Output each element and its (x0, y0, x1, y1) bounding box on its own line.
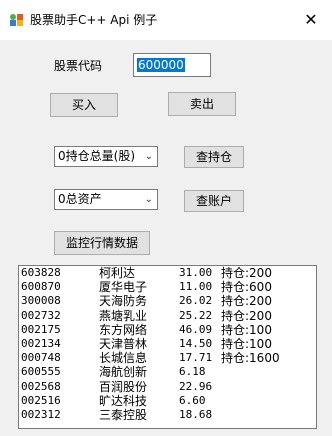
list-item[interactable]: 603828 柯利达 31.00 持仓:200 (19, 266, 316, 280)
stock-name-cell: 燕塘乳业 (99, 308, 148, 323)
holdings-listbox[interactable]: 603828 柯利达 31.00 持仓:200 600870 厦华电子 11.00 持仓:60… (18, 265, 317, 429)
price-cell: 22.96 (179, 379, 213, 393)
stock-name-cell: 百润股份 (99, 379, 148, 394)
stock-name-cell: 柯利达 (99, 266, 136, 280)
stock-code-cell: 600555 (21, 365, 61, 379)
app-icon (9, 12, 25, 28)
stock-name-cell: 厦华电子 (99, 280, 148, 295)
stock-code-value: 600000 (137, 58, 185, 72)
asset-select[interactable]: 0总资产 ⌄ (54, 189, 158, 210)
stock-code-cell: 002732 (21, 308, 61, 322)
list-item[interactable]: 002732 燕塘乳业 25.22 持仓:200 (19, 309, 316, 323)
stock-code-cell: 002312 (21, 407, 61, 421)
stock-code-cell: 600870 (21, 280, 61, 294)
list-item[interactable]: 300008 天海防务 26.02 持仓:200 (19, 294, 316, 308)
price-cell: 26.02 (179, 294, 213, 308)
stock-code-input[interactable]: 600000 (133, 53, 211, 77)
stock-name-cell: 长城信息 (99, 351, 148, 366)
holding-cell: 持仓:200 (221, 266, 272, 280)
stock-code-cell: 002134 (21, 336, 61, 350)
stock-code-label: 股票代码 (54, 59, 103, 73)
stock-name-cell: 海航创新 (99, 365, 148, 380)
price-cell: 18.68 (179, 407, 213, 421)
holding-cell: 持仓:200 (221, 308, 272, 323)
asset-select-value: 0总资产 (58, 192, 102, 206)
holding-cell: 持仓:600 (221, 280, 272, 295)
sell-button[interactable]: 卖出 (168, 92, 236, 116)
stock-code-cell: 002516 (21, 393, 61, 407)
stock-name-cell: 三泰控股 (99, 407, 148, 422)
chevron-down-icon: ⌄ (144, 151, 153, 162)
price-cell: 17.71 (179, 351, 213, 365)
stock-name-cell: 天津普林 (99, 336, 148, 351)
list-item[interactable]: 002175 东方网络 46.09 持仓:100 (19, 323, 316, 337)
price-cell: 11.00 (179, 280, 213, 294)
close-icon[interactable]: ✕ (296, 6, 326, 34)
list-item[interactable]: 002568 百润股份 22.96 (19, 380, 316, 394)
list-item[interactable]: 600555 海航创新 6.18 (19, 365, 316, 379)
monitor-quotes-button[interactable]: 监控行情数据 (54, 231, 150, 255)
list-item[interactable]: 002134 天津普林 14.50 持仓:100 (19, 337, 316, 351)
stock-name-cell: 天海防务 (99, 294, 148, 309)
window-title: 股票助手C++ Api 例子 (30, 13, 158, 27)
list-item[interactable]: 002516 旷达科技 6.60 (19, 394, 316, 408)
price-cell: 14.50 (179, 336, 213, 350)
query-position-button[interactable]: 查持仓 (184, 146, 244, 168)
stock-code-cell: 603828 (21, 266, 61, 279)
position-select[interactable]: 0持仓总量(股) ⌄ (54, 146, 158, 167)
title-bar[interactable]: 股票助手C++ Api 例子 ✕ (0, 0, 332, 40)
price-cell: 6.60 (179, 393, 206, 407)
stock-name-cell: 旷达科技 (99, 393, 148, 408)
price-cell: 46.09 (179, 322, 213, 336)
stock-code-cell: 300008 (21, 294, 61, 308)
stock-code-cell: 002568 (21, 379, 61, 393)
buy-button[interactable]: 买入 (50, 93, 118, 117)
holdings-rows: 603828 柯利达 31.00 持仓:200 600870 厦华电子 11.00 持仓:60… (19, 266, 316, 422)
holding-cell: 持仓:200 (221, 294, 272, 309)
query-account-button[interactable]: 查账户 (184, 190, 244, 212)
list-item[interactable]: 600870 厦华电子 11.00 持仓:600 (19, 280, 316, 294)
price-cell: 6.18 (179, 365, 206, 379)
holding-cell: 持仓:100 (221, 322, 272, 337)
stock-name-cell: 东方网络 (99, 322, 148, 337)
stock-code-cell: 002175 (21, 322, 61, 336)
holding-cell: 持仓:100 (221, 336, 272, 351)
position-select-value: 0持仓总量(股) (58, 149, 135, 163)
app-window: 股票助手C++ Api 例子 ✕ 股票代码 600000 买入 卖出 0持仓总量… (0, 0, 332, 436)
stock-code-cell: 000748 (21, 351, 61, 365)
chevron-down-icon: ⌄ (144, 194, 153, 205)
price-cell: 31.00 (179, 266, 213, 279)
list-item[interactable]: 002312 三泰控股 18.68 (19, 408, 316, 422)
holding-cell: 持仓:1600 (221, 351, 280, 366)
list-item[interactable]: 000748 长城信息 17.71 持仓:1600 (19, 351, 316, 365)
price-cell: 25.22 (179, 308, 213, 322)
